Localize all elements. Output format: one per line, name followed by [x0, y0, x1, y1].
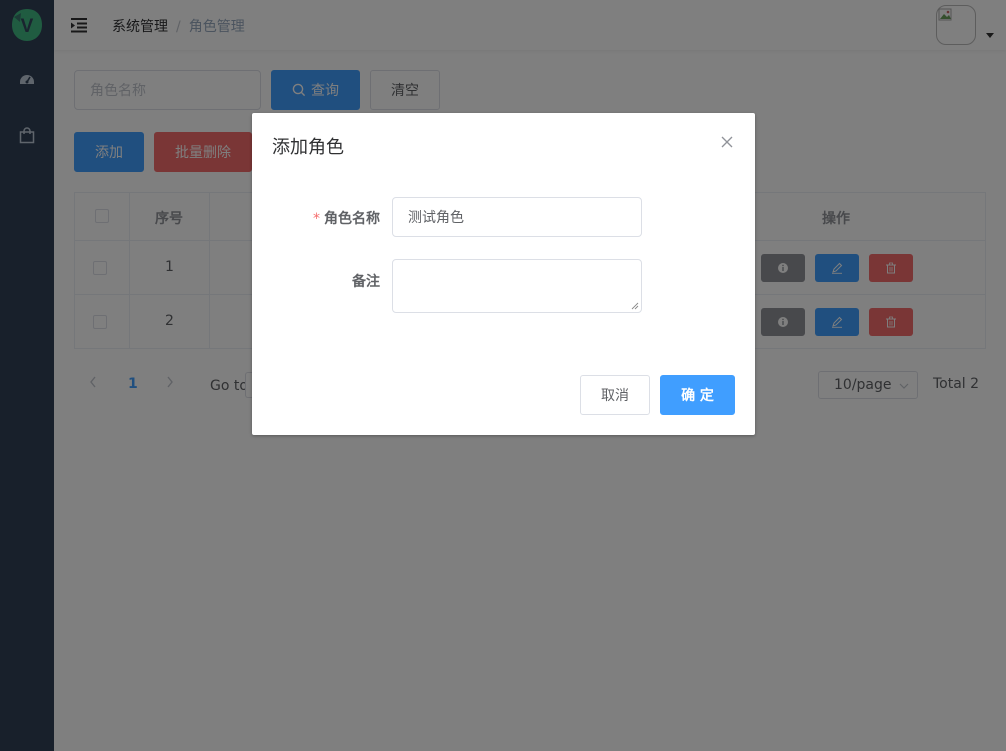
role-name-label-text: 角色名称	[324, 211, 380, 227]
cancel-button[interactable]: 取消	[580, 375, 650, 415]
dialog-title: 添加角色	[272, 137, 344, 158]
role-name-label: * 角色名称	[292, 208, 380, 228]
cancel-button-label: 取消	[601, 388, 629, 404]
confirm-button-label: 确 定	[681, 388, 714, 404]
remark-label: 备注	[352, 274, 380, 290]
close-icon[interactable]	[720, 135, 734, 149]
add-role-dialog: 添加角色 * 角色名称 测试角色 备注 取消 确 定	[252, 113, 755, 435]
role-name-input[interactable]: 测试角色	[392, 197, 642, 237]
required-asterisk: *	[313, 211, 320, 227]
confirm-button[interactable]: 确 定	[660, 375, 735, 415]
remark-textarea[interactable]	[392, 259, 642, 313]
resize-handle-icon[interactable]	[631, 302, 639, 310]
